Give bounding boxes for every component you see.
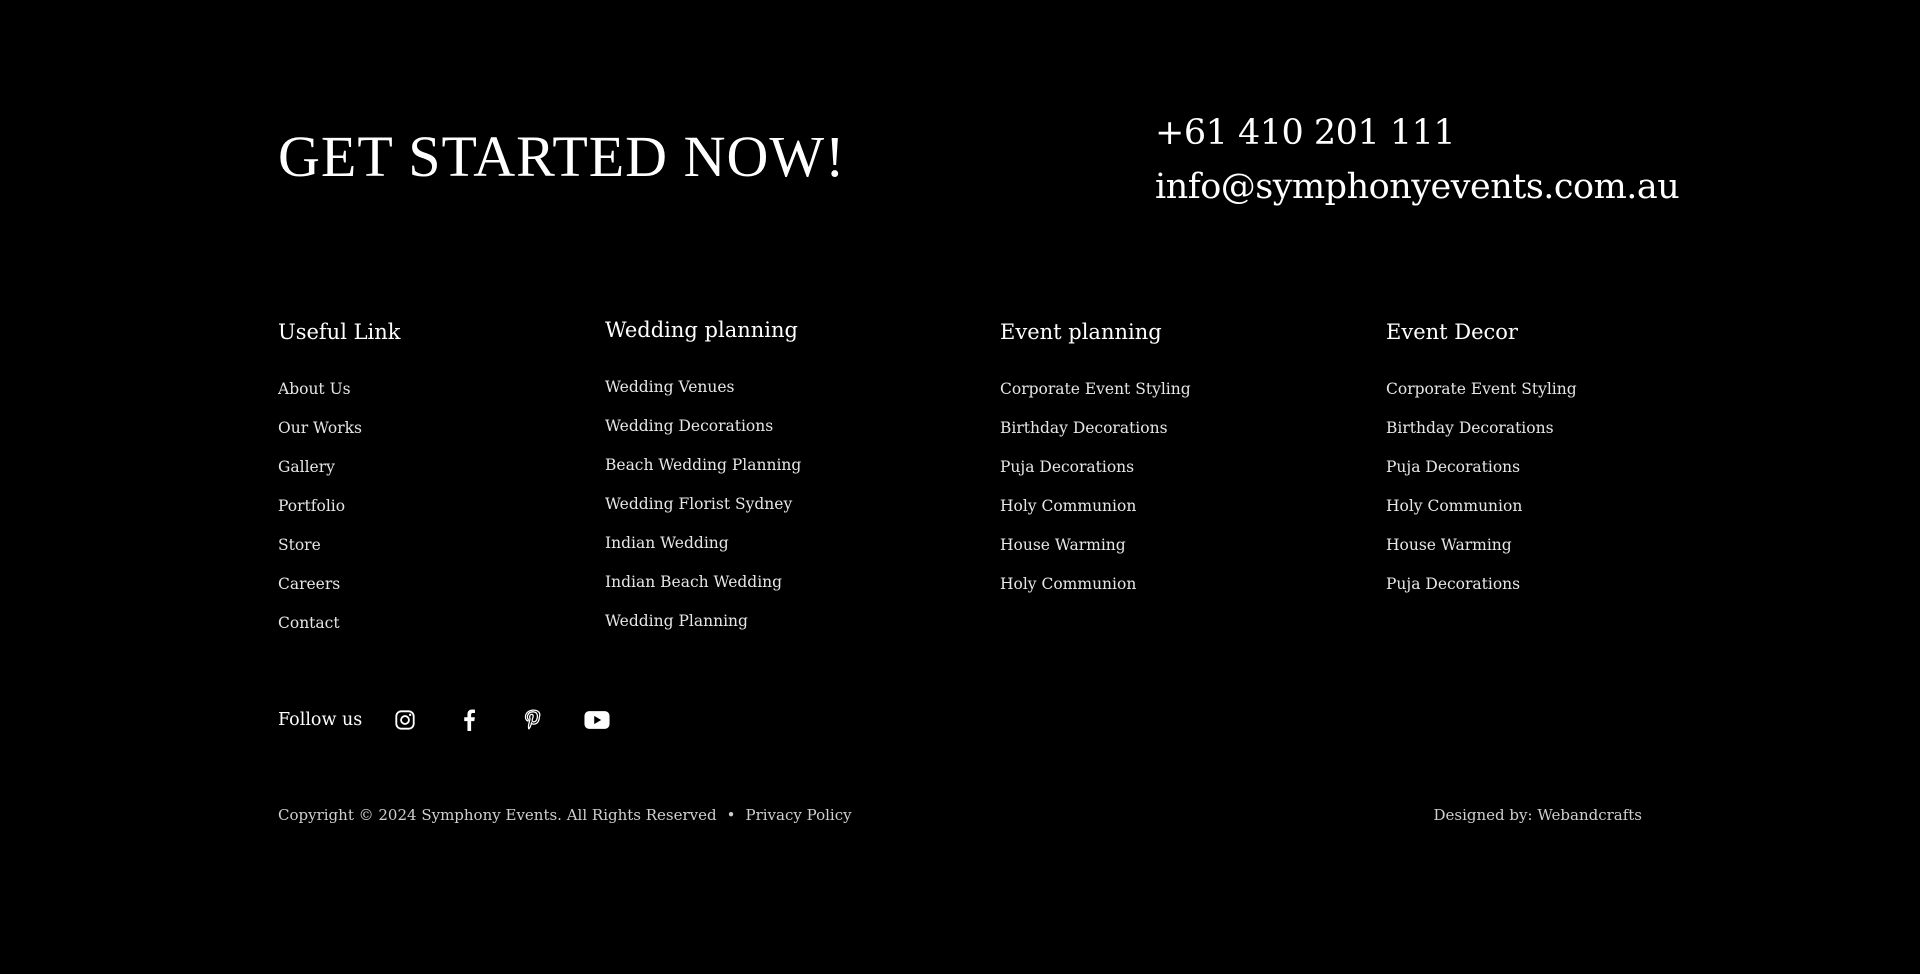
phone-link[interactable]: +61 410 201 111	[1155, 106, 1679, 160]
footer-column-wedding-planning: Wedding planning Wedding Venues Wedding …	[605, 314, 801, 641]
column-heading: Event Decor	[1386, 320, 1518, 344]
footer-link-wedding-florist-sydney[interactable]: Wedding Florist Sydney	[605, 495, 792, 513]
footer-link-gallery[interactable]: Gallery	[278, 458, 335, 476]
column-heading: Useful Link	[278, 320, 401, 344]
link-list: About Us Our Works Gallery Portfolio Sto…	[278, 370, 401, 643]
link-list: Corporate Event Styling Birthday Decorat…	[1386, 370, 1577, 604]
pinterest-icon[interactable]	[520, 705, 546, 735]
footer-link-contact[interactable]: Contact	[278, 614, 340, 632]
footer-link-about-us[interactable]: About Us	[278, 380, 351, 398]
designer-link[interactable]: Webandcrafts	[1537, 806, 1642, 824]
footer-link-corporate-event-styling[interactable]: Corporate Event Styling	[1386, 380, 1577, 398]
link-list: Corporate Event Styling Birthday Decorat…	[1000, 370, 1191, 604]
instagram-icon[interactable]	[392, 705, 418, 735]
follow-us-label: Follow us	[278, 710, 363, 730]
footer-link-house-warming[interactable]: House Warming	[1386, 536, 1512, 554]
footer-column-event-decor: Event Decor Corporate Event Styling Birt…	[1386, 316, 1577, 604]
footer-link-indian-wedding[interactable]: Indian Wedding	[605, 534, 729, 552]
footer-link-careers[interactable]: Careers	[278, 575, 340, 593]
separator-dot: •	[726, 806, 736, 824]
footer-link-wedding-decorations[interactable]: Wedding Decorations	[605, 417, 773, 435]
privacy-policy-link[interactable]: Privacy Policy	[746, 806, 852, 824]
designed-by-block: Designed by: Webandcrafts	[1434, 803, 1643, 827]
footer-link-store[interactable]: Store	[278, 536, 321, 554]
footer-link-corporate-event-styling[interactable]: Corporate Event Styling	[1000, 380, 1191, 398]
footer-link-puja-decorations[interactable]: Puja Decorations	[1000, 458, 1134, 476]
footer-link-wedding-planning[interactable]: Wedding Planning	[605, 612, 748, 630]
footer-column-event-planning: Event planning Corporate Event Styling B…	[1000, 316, 1191, 604]
link-list: Wedding Venues Wedding Decorations Beach…	[605, 368, 801, 641]
column-heading: Wedding planning	[605, 318, 798, 342]
footer-link-puja-decorations[interactable]: Puja Decorations	[1386, 575, 1520, 593]
footer-link-house-warming[interactable]: House Warming	[1000, 536, 1126, 554]
footer-link-indian-beach-wedding[interactable]: Indian Beach Wedding	[605, 573, 782, 591]
social-follow-bar: Follow us	[278, 700, 648, 740]
footer-link-holy-communion[interactable]: Holy Communion	[1386, 497, 1522, 515]
footer-link-holy-communion[interactable]: Holy Communion	[1000, 575, 1136, 593]
footer-link-holy-communion[interactable]: Holy Communion	[1000, 497, 1136, 515]
footer-link-wedding-venues[interactable]: Wedding Venues	[605, 378, 735, 396]
designed-by-label: Designed by:	[1433, 806, 1533, 824]
footer-column-useful-link: Useful Link About Us Our Works Gallery P…	[278, 316, 401, 643]
footer-link-portfolio[interactable]: Portfolio	[278, 497, 345, 515]
footer-link-birthday-decorations[interactable]: Birthday Decorations	[1000, 419, 1168, 437]
youtube-icon[interactable]	[584, 705, 610, 735]
copyright-block: Copyright © 2024 Symphony Events. All Ri…	[278, 803, 852, 827]
copyright-text: Copyright © 2024 Symphony Events. All Ri…	[278, 806, 717, 824]
contact-block: +61 410 201 111 info@symphonyevents.com.…	[1155, 106, 1680, 214]
footer-link-birthday-decorations[interactable]: Birthday Decorations	[1386, 419, 1554, 437]
footer-bottom-bar: Copyright © 2024 Symphony Events. All Ri…	[278, 803, 1642, 827]
footer-link-beach-wedding-planning[interactable]: Beach Wedding Planning	[605, 456, 801, 474]
footer-link-our-works[interactable]: Our Works	[278, 419, 362, 437]
cta-heading: GET STARTED NOW!	[278, 124, 846, 189]
footer-link-puja-decorations[interactable]: Puja Decorations	[1386, 458, 1520, 476]
facebook-icon[interactable]	[456, 705, 482, 735]
column-heading: Event planning	[1000, 320, 1162, 344]
email-link[interactable]: info@symphonyevents.com.au	[1155, 160, 1680, 214]
